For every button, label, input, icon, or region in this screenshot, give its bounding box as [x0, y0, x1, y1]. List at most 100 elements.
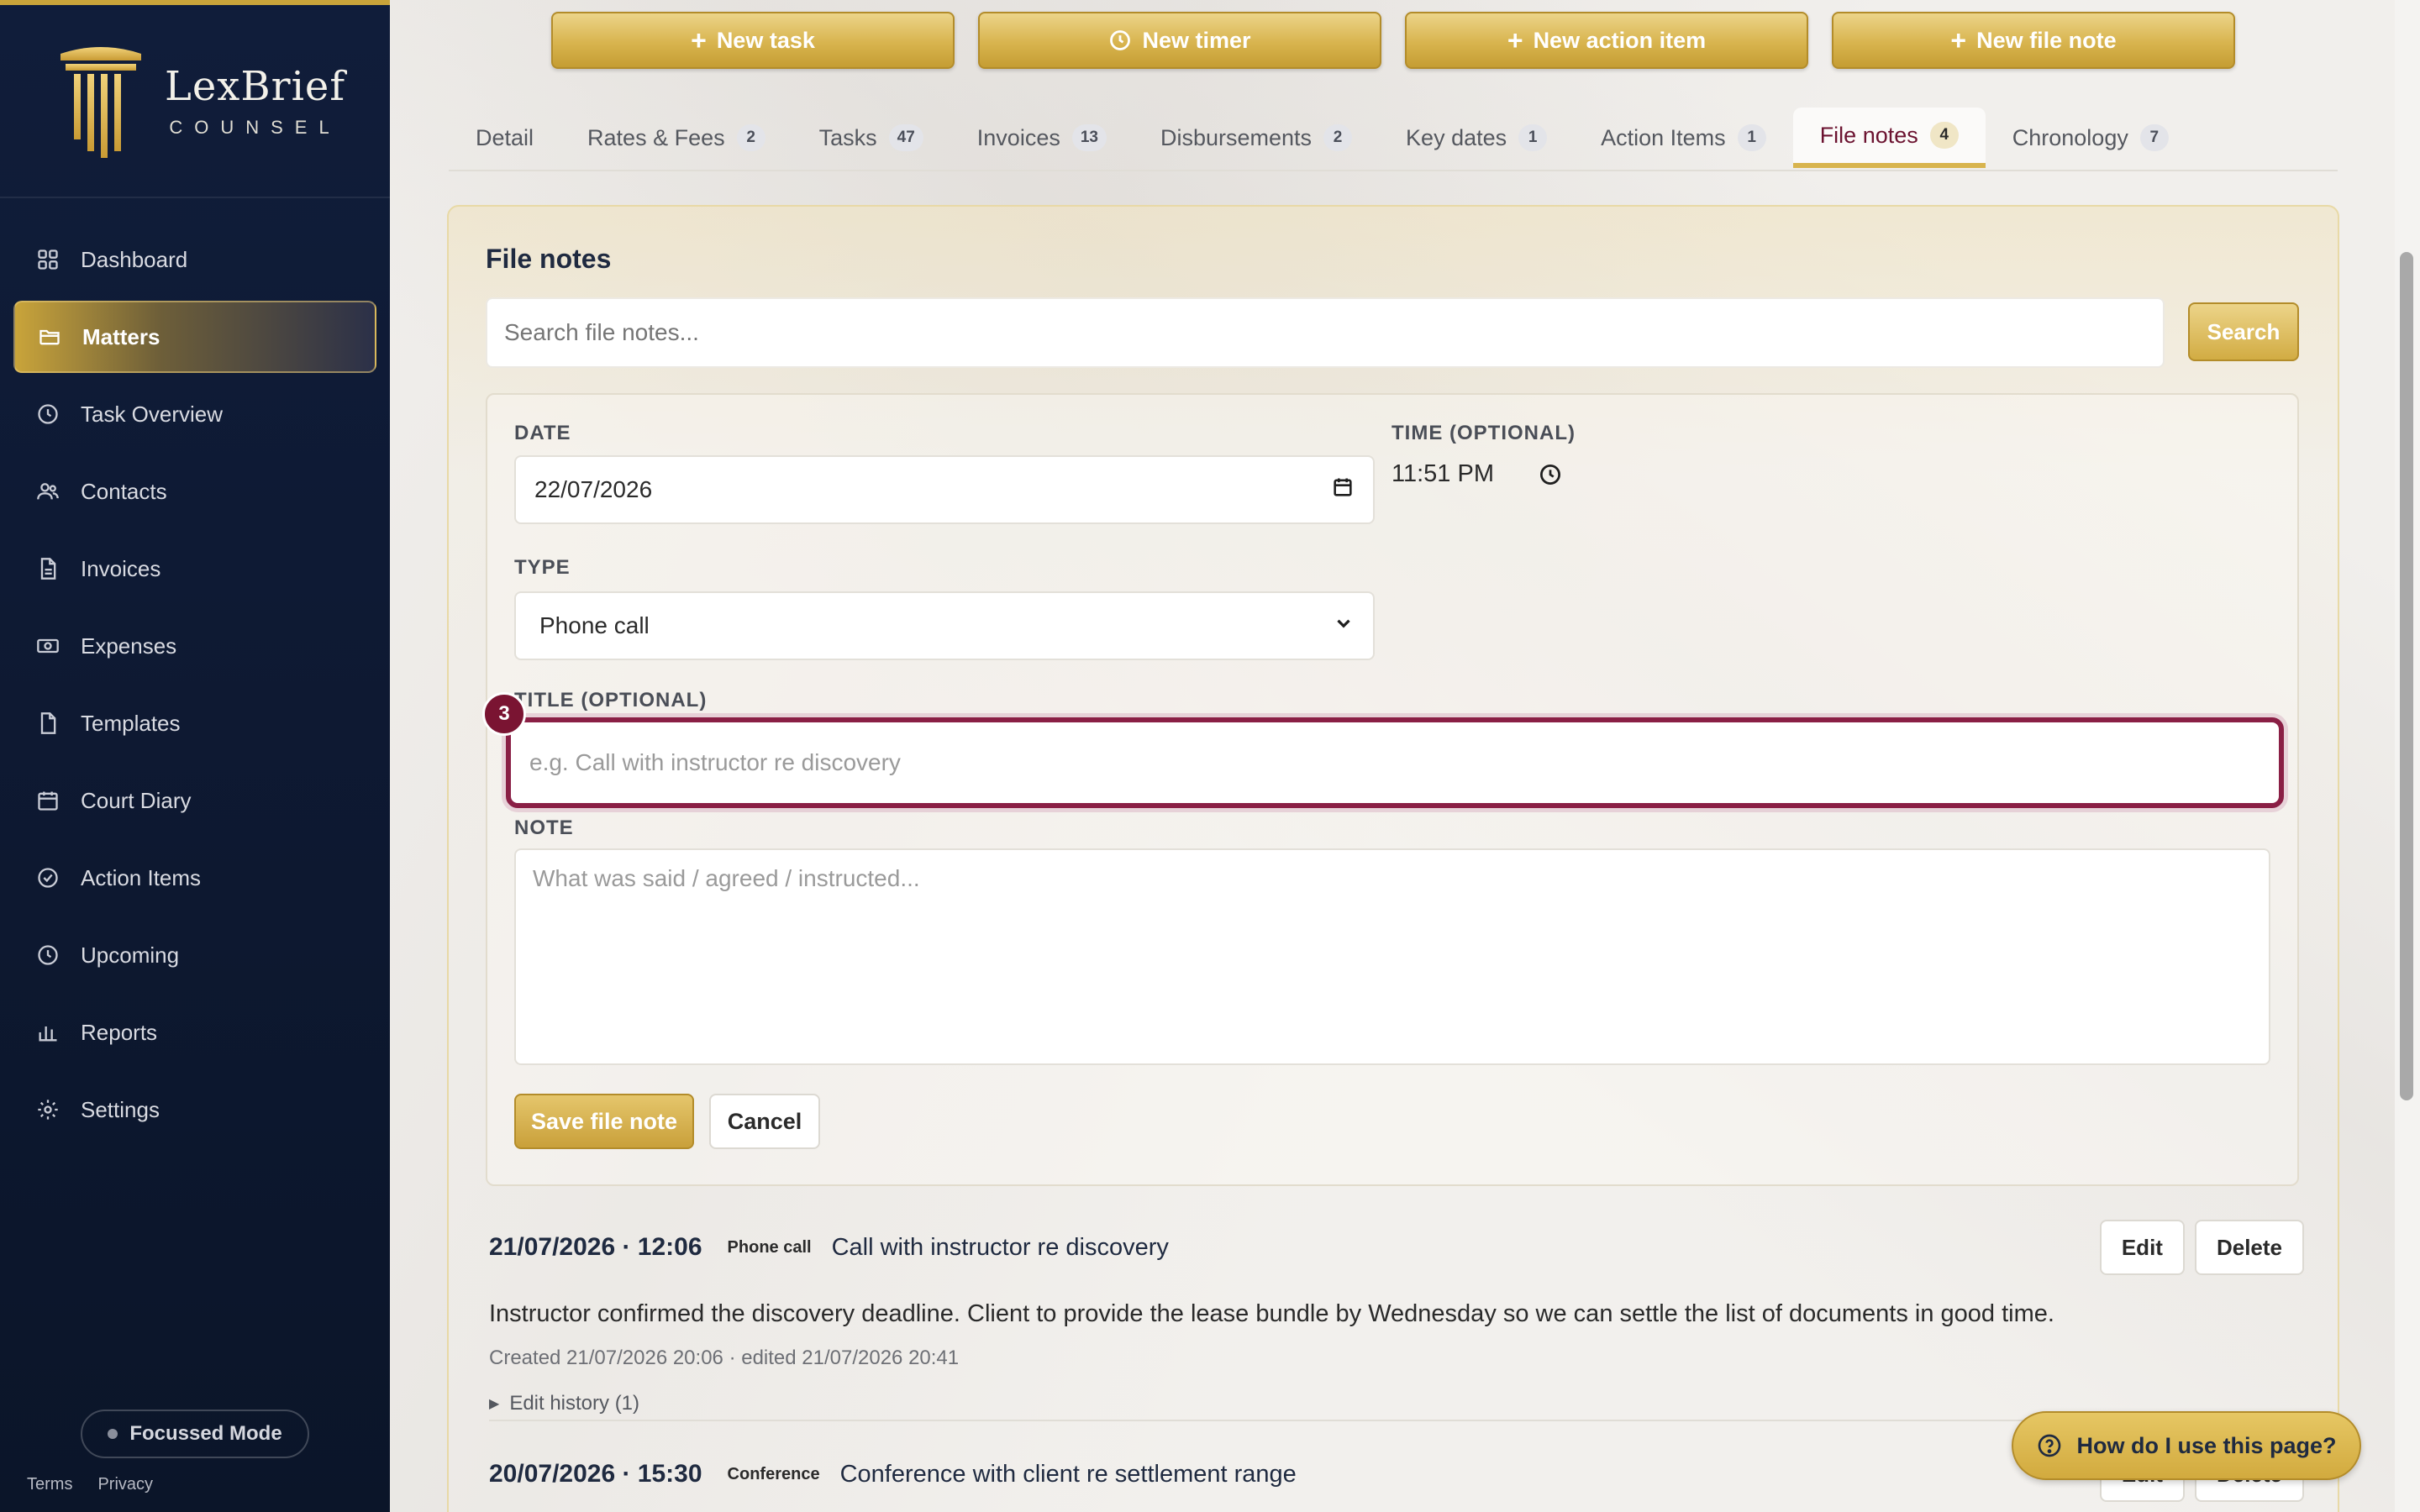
- sidebar-item-action-items[interactable]: Action Items: [13, 842, 376, 914]
- focus-mode-toggle[interactable]: Focussed Mode: [81, 1410, 309, 1458]
- sidebar-item-settings[interactable]: Settings: [13, 1074, 376, 1146]
- sidebar-item-label: Expenses: [81, 633, 177, 659]
- new-timer-button[interactable]: New timer: [978, 12, 1381, 69]
- sidebar-item-label: Dashboard: [81, 246, 188, 272]
- sidebar-item-dashboard[interactable]: Dashboard: [13, 223, 376, 296]
- date-label: DATE: [514, 422, 571, 444]
- tab-action-items[interactable]: Action Items 1: [1574, 108, 1793, 168]
- tab-tasks[interactable]: Tasks 47: [792, 108, 950, 168]
- count-badge: 1: [1737, 124, 1766, 151]
- new-task-button[interactable]: + New task: [551, 12, 955, 69]
- search-button[interactable]: Search: [2188, 302, 2299, 361]
- brand-subtitle: COUNSEL: [169, 117, 341, 138]
- sidebar-item-label: Settings: [81, 1096, 160, 1122]
- sidebar-item-invoices[interactable]: Invoices: [13, 533, 376, 605]
- calendar-icon[interactable]: [1331, 475, 1355, 505]
- check-circle-icon: [35, 865, 60, 890]
- new-file-note-button[interactable]: + New file note: [1832, 12, 2235, 69]
- brand-logo[interactable]: LexBrief COUNSEL: [0, 5, 390, 198]
- sidebar-item-upcoming[interactable]: Upcoming: [13, 919, 376, 991]
- scrollbar-thumb[interactable]: [2400, 252, 2413, 1100]
- edit-history-label: Edit history (1): [509, 1392, 640, 1415]
- tab-chronology[interactable]: Chronology 7: [1986, 108, 2196, 168]
- note-textarea[interactable]: What was said / agreed / instructed...: [514, 848, 2270, 1065]
- folder-icon: [37, 324, 62, 349]
- title-placeholder: e.g. Call with instructor re discovery: [529, 749, 901, 775]
- matter-tabs: Detail Rates & Fees 2 Tasks 47 Invoices 13 …: [449, 108, 2338, 171]
- cancel-button[interactable]: Cancel: [709, 1094, 820, 1149]
- tab-label: Tasks: [818, 124, 877, 150]
- plus-icon: +: [1507, 25, 1523, 55]
- tab-detail[interactable]: Detail: [449, 108, 560, 168]
- file-icon: [35, 711, 60, 736]
- note-body: Instructor confirmed the discovery deadl…: [489, 1300, 2054, 1327]
- terms-link[interactable]: Terms: [27, 1475, 72, 1494]
- help-label: How do I use this page?: [2076, 1432, 2337, 1458]
- tab-file-notes[interactable]: File notes 4: [1792, 108, 1986, 168]
- tab-label: Action Items: [1601, 124, 1726, 150]
- sidebar-item-contacts[interactable]: Contacts: [13, 455, 376, 528]
- count-badge: 13: [1071, 124, 1107, 151]
- footer-links: Terms Privacy: [27, 1475, 153, 1494]
- sidebar-item-matters[interactable]: Matters: [13, 301, 376, 373]
- date-field[interactable]: 22/07/2026: [514, 455, 1375, 524]
- gear-icon: [35, 1097, 60, 1122]
- sidebar-item-reports[interactable]: Reports: [13, 996, 376, 1068]
- step-badge: 3: [482, 692, 526, 736]
- tab-invoices[interactable]: Invoices 13: [950, 108, 1134, 168]
- money-icon: [35, 633, 60, 659]
- clock-icon[interactable]: [1538, 462, 1563, 487]
- document-icon: [35, 556, 60, 581]
- count-badge: 1: [1518, 124, 1548, 151]
- sidebar-item-task-overview[interactable]: Task Overview: [13, 378, 376, 450]
- note-title: Conference with client re settlement ran…: [839, 1460, 1297, 1488]
- sidebar-item-label: Reports: [81, 1019, 158, 1045]
- tab-rates-fees[interactable]: Rates & Fees 2: [560, 108, 792, 168]
- focus-mode-label: Focussed Mode: [129, 1422, 282, 1445]
- tab-label: File notes: [1819, 122, 1918, 148]
- list-item: 21/07/2026 · 12:06 Phone call Call with …: [489, 1220, 2304, 1415]
- tab-disbursements[interactable]: Disbursements 2: [1134, 108, 1379, 168]
- bar-chart-icon: [35, 1020, 60, 1045]
- clock-icon: [1110, 30, 1131, 50]
- time-value: 11:51 PM: [1392, 460, 1494, 487]
- time-label: TIME (OPTIONAL): [1392, 422, 1576, 444]
- sidebar: LexBrief COUNSEL Dashboard Matters Task …: [0, 0, 390, 1512]
- type-select[interactable]: Phone call: [514, 591, 1375, 660]
- note-type-badge: Phone call: [727, 1237, 812, 1257]
- edit-history-toggle[interactable]: ▶ Edit history (1): [489, 1392, 2304, 1415]
- time-field[interactable]: 11:51 PM: [1392, 460, 1563, 488]
- plus-icon: +: [691, 25, 707, 55]
- privacy-link[interactable]: Privacy: [97, 1475, 153, 1494]
- type-value: Phone call: [539, 612, 650, 638]
- sidebar-item-label: Task Overview: [81, 401, 224, 427]
- edit-button[interactable]: Edit: [2099, 1220, 2185, 1275]
- calendar-icon: [35, 788, 60, 813]
- main-content: + New task New timer + New action item +…: [390, 0, 2420, 1512]
- title-input[interactable]: e.g. Call with instructor re discovery: [506, 717, 2284, 808]
- count-badge: 2: [1323, 124, 1353, 151]
- clock-icon: [35, 942, 60, 968]
- sidebar-item-expenses[interactable]: Expenses: [13, 610, 376, 682]
- tab-key-dates[interactable]: Key dates 1: [1379, 108, 1574, 168]
- sidebar-item-label: Upcoming: [81, 942, 180, 968]
- chevron-down-icon: [1333, 612, 1355, 640]
- help-button[interactable]: How do I use this page?: [2012, 1411, 2361, 1480]
- type-label: TYPE: [514, 556, 571, 579]
- date-value: 22/07/2026: [534, 476, 653, 502]
- sidebar-nav: Dashboard Matters Task Overview Contacts…: [0, 223, 390, 1146]
- count-badge: 47: [888, 124, 923, 151]
- tab-label: Key dates: [1406, 124, 1507, 150]
- sidebar-item-label: Court Diary: [81, 787, 192, 813]
- sidebar-item-court-diary[interactable]: Court Diary: [13, 764, 376, 837]
- count-badge: 4: [1929, 122, 1959, 149]
- note-placeholder: What was said / agreed / instructed...: [533, 865, 920, 891]
- delete-button[interactable]: Delete: [2194, 1220, 2304, 1275]
- grid-icon: [35, 247, 60, 272]
- search-input[interactable]: [486, 297, 2165, 368]
- pillar-logo-icon: [60, 47, 141, 158]
- sidebar-item-templates[interactable]: Templates: [13, 687, 376, 759]
- new-action-item-button[interactable]: + New action item: [1405, 12, 1808, 69]
- save-file-note-button[interactable]: Save file note: [514, 1094, 694, 1149]
- page-title: File notes: [486, 244, 612, 274]
